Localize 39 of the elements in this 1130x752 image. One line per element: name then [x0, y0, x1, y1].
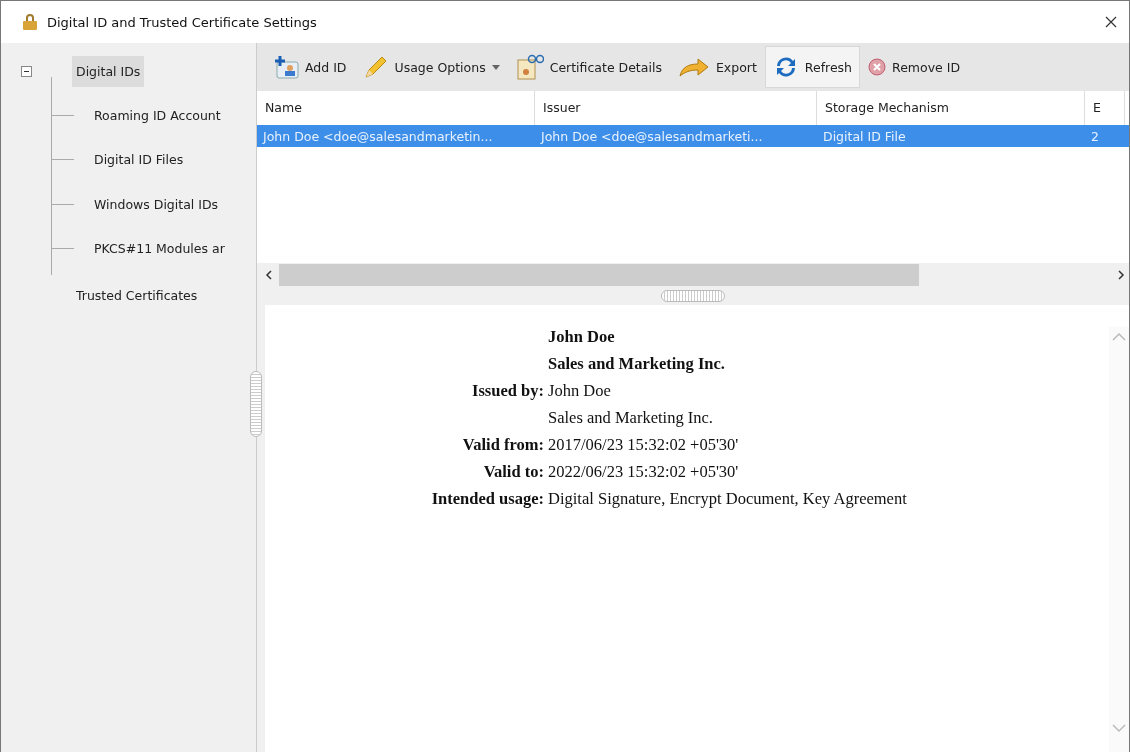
- toolbar-button[interactable]: Add ID: [265, 46, 355, 88]
- splitter-handle[interactable]: [661, 290, 725, 302]
- tree-item[interactable]: Digital ID Files: [94, 146, 184, 174]
- tree-item[interactable]: Digital IDs: [72, 55, 145, 87]
- field-value: 2017/06/23 15:32:02 +05'30': [548, 435, 740, 455]
- remove-icon: [868, 58, 887, 76]
- field-value: John Doe: [548, 381, 612, 401]
- id-card-icon: [273, 55, 299, 79]
- field-label: Issued by:: [471, 381, 544, 401]
- tree-item[interactable]: Roaming ID Account: [94, 101, 221, 129]
- scroll-right-icon[interactable]: [1117, 270, 1125, 280]
- field-value: Digital Signature, Encrypt Document, Key Agreement: [548, 489, 908, 509]
- splitter-handle[interactable]: [250, 371, 262, 437]
- window-title: Digital ID and Trusted Certificate Settings: [47, 14, 317, 30]
- toolbar-button[interactable]: Certificate Details: [507, 46, 670, 88]
- toolbar-button[interactable]: Usage Options: [354, 46, 508, 88]
- scroll-down-icon[interactable]: [1112, 724, 1126, 732]
- field-label: Valid from:: [461, 435, 544, 455]
- toolbar-button[interactable]: Refresh: [764, 46, 861, 88]
- arrow-icon: [677, 56, 710, 78]
- field-label: Intended usage:: [430, 489, 544, 509]
- tree-item[interactable]: PKCS#11 Modules ar: [94, 235, 225, 263]
- tree-item[interactable]: Windows Digital IDs: [94, 190, 219, 218]
- toolbar-button[interactable]: Export: [669, 46, 765, 88]
- certificate-heading: John Doe: [548, 327, 616, 347]
- field-value: Sales and Marketing Inc.: [548, 408, 714, 428]
- scroll-left-icon[interactable]: [265, 270, 273, 280]
- field-label: Valid to:: [482, 462, 544, 482]
- lock-icon: [21, 13, 39, 31]
- collapse-icon[interactable]: [21, 65, 32, 77]
- close-icon[interactable]: [1105, 16, 1117, 28]
- tree-item[interactable]: Trusted Certificates: [72, 279, 202, 311]
- certificate-heading: Sales and Marketing Inc.: [548, 354, 726, 374]
- field-value: 2022/06/23 15:32:02 +05'30': [548, 462, 740, 482]
- certificate-icon: [515, 54, 544, 80]
- scroll-up-icon[interactable]: [1112, 333, 1126, 341]
- toolbar-button[interactable]: Remove ID: [860, 46, 969, 88]
- pencil-icon: [362, 55, 389, 79]
- scrollbar-thumb[interactable]: [279, 264, 919, 286]
